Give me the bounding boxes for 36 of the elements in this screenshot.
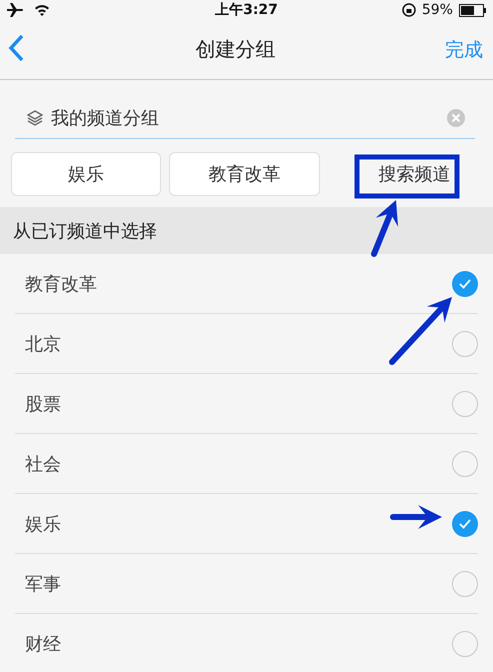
channel-name: 教育改革 (25, 272, 97, 296)
channel-chip[interactable]: 教育改革 (169, 152, 320, 196)
section-title: 从已订频道中选择 (13, 220, 157, 242)
annotation-arrow (390, 505, 442, 529)
channel-name: 财经 (25, 632, 61, 656)
channel-chip[interactable]: 娱乐 (11, 152, 161, 196)
empty-circle-icon[interactable] (452, 630, 478, 656)
status-time: 上午3:27 (215, 2, 278, 18)
channel-row[interactable]: 财经 (15, 614, 478, 672)
annotation-arrow (371, 200, 398, 257)
clear-icon[interactable] (447, 109, 465, 127)
wifi-icon (34, 4, 50, 16)
channel-name: 社会 (25, 452, 61, 476)
airplane-icon (6, 3, 24, 17)
channel-name: 北京 (25, 332, 61, 356)
group-name-field[interactable]: 我的频道分组 (51, 108, 439, 128)
screen-title: 创建分组 (194, 36, 276, 63)
search-channel-button[interactable]: 搜索频道 (328, 152, 481, 196)
annotation-arrow (389, 297, 452, 365)
battery-percent: 59% (422, 2, 453, 18)
battery-icon (458, 4, 487, 16)
empty-circle-icon[interactable] (452, 390, 478, 416)
channel-name: 娱乐 (25, 512, 61, 536)
empty-circle-icon[interactable] (452, 570, 478, 596)
layers-icon (27, 110, 43, 126)
checked-circle-icon[interactable] (452, 510, 478, 536)
checked-circle-icon[interactable] (452, 270, 478, 296)
empty-circle-icon[interactable] (452, 450, 478, 476)
channel-row[interactable]: 军事 (15, 554, 478, 614)
channel-row[interactable]: 北京 (15, 314, 478, 374)
channel-name: 军事 (25, 572, 61, 596)
rotation-lock-icon (402, 3, 416, 17)
empty-circle-icon[interactable] (452, 330, 478, 356)
channel-row[interactable]: 股票 (15, 374, 478, 434)
channel-name: 股票 (25, 392, 61, 416)
channel-row[interactable]: 社会 (15, 434, 478, 494)
